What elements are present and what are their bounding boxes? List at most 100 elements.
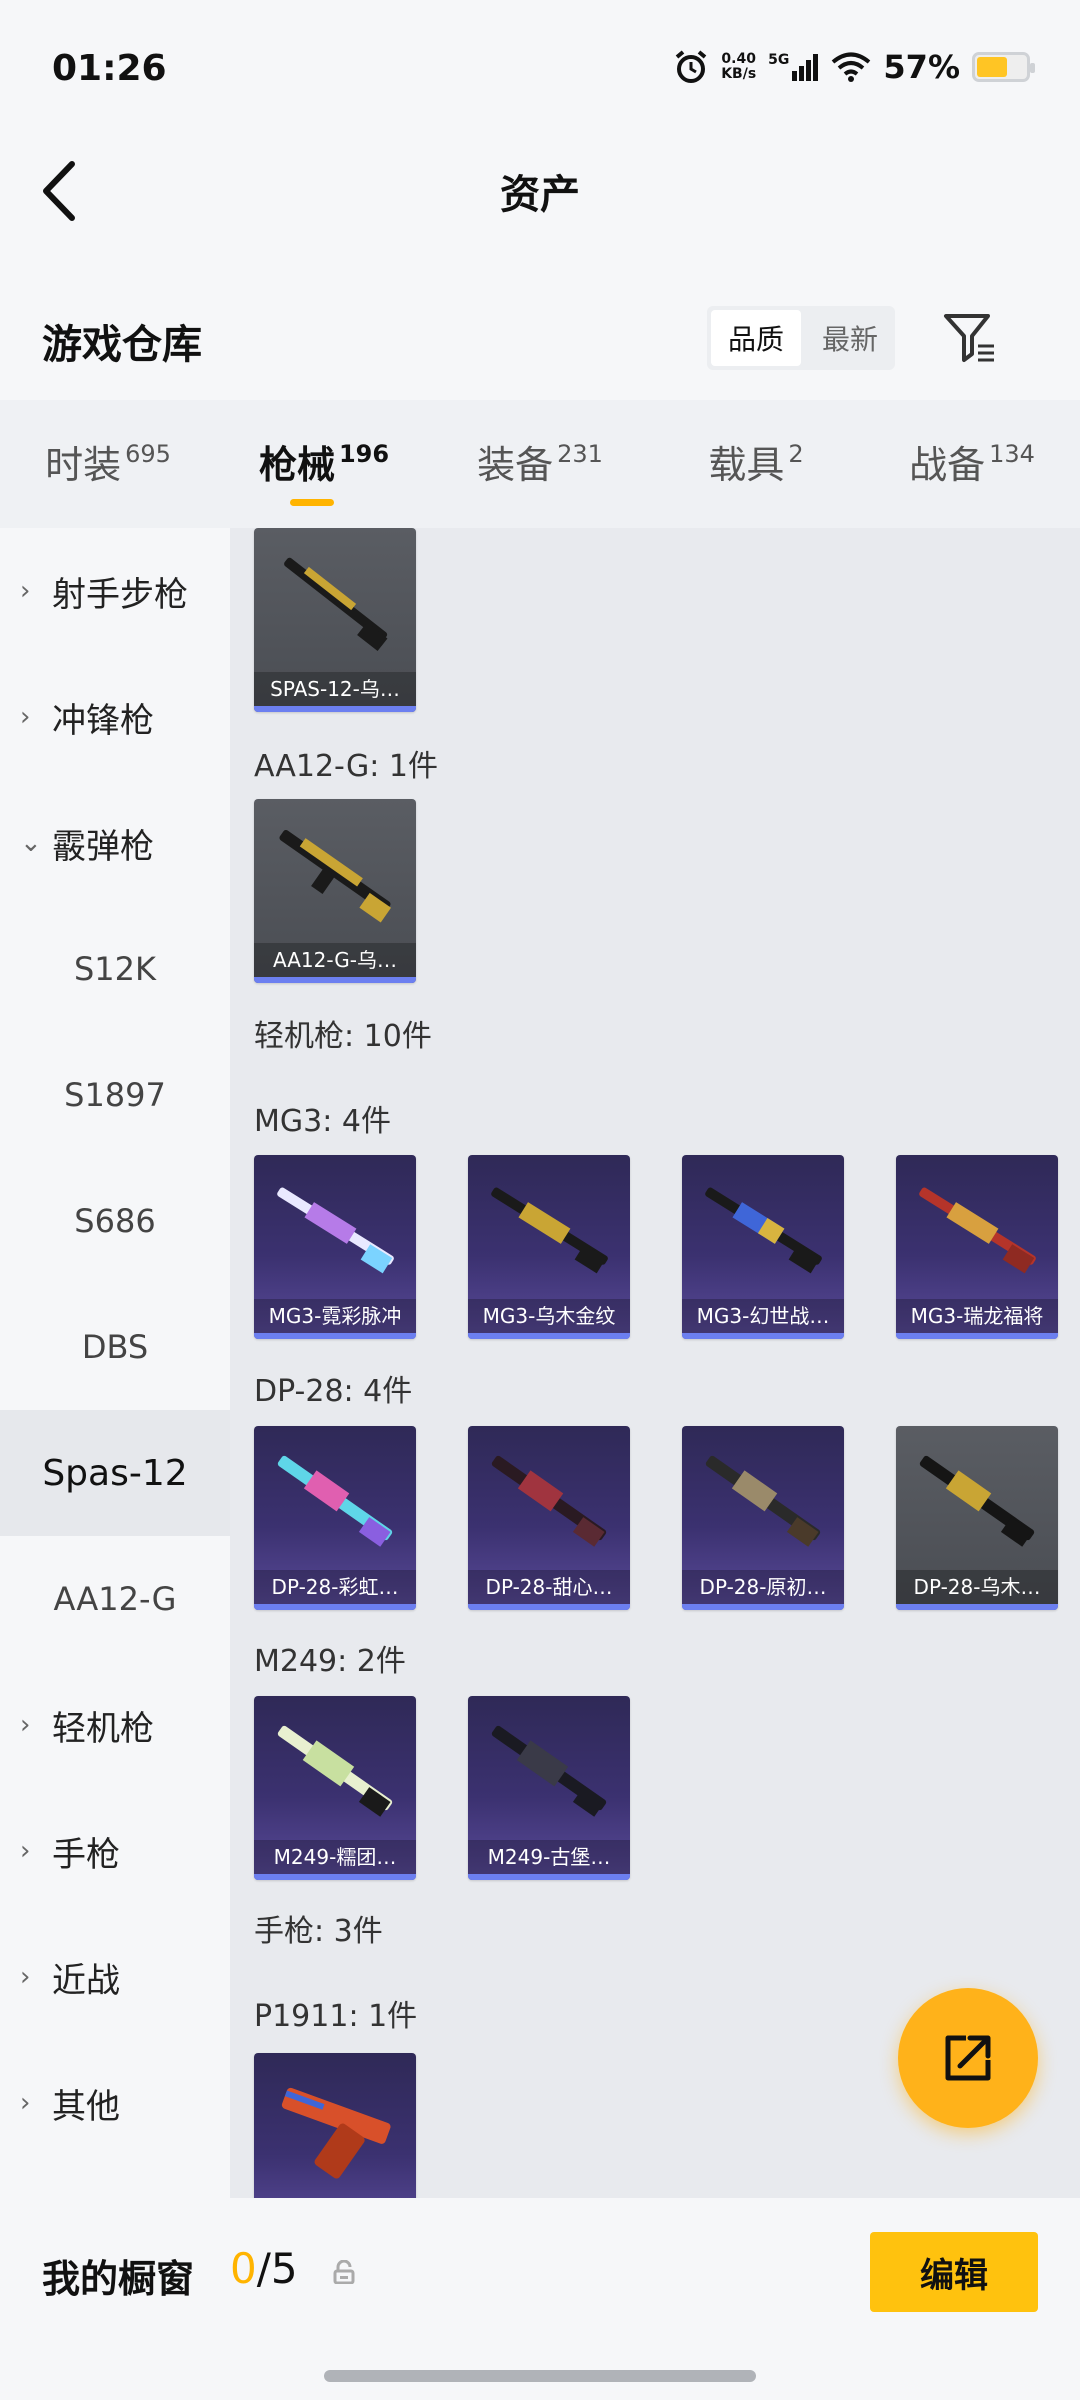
tab-count: 134 (989, 440, 1035, 468)
sidebar-item-label: 霰弹枪 (52, 826, 154, 867)
sidebar-subitem-s12k[interactable]: S12K (0, 906, 230, 1032)
sidebar-item-melee[interactable]: › 近战 (0, 1914, 230, 2040)
alarm-icon (675, 50, 707, 83)
edit-button[interactable]: 编辑 (870, 2232, 1038, 2312)
item-caption: DP-28-原初… (682, 1570, 844, 1604)
filter-icon[interactable] (942, 310, 998, 366)
item-caption: SPAS-12-乌… (254, 672, 416, 706)
tab-firearms[interactable]: 枪械 196 (216, 400, 432, 528)
item-card[interactable]: MG3-幻世战… (682, 1155, 844, 1339)
lock-icon (333, 2260, 355, 2284)
item-caption: M249-古堡… (468, 1840, 630, 1874)
item-card[interactable]: DP-28-原初… (682, 1426, 844, 1610)
share-icon (945, 2035, 991, 2081)
rarity-bar (896, 1604, 1058, 1610)
showcase-bar: 我的橱窗 0/5 编辑 (0, 2198, 1080, 2400)
tab-fashion[interactable]: 时装 695 (0, 400, 216, 528)
rarity-bar (254, 706, 416, 712)
group-title: MG3: 4件 (254, 1104, 391, 1139)
net-speed-unit: KB/s (721, 66, 757, 82)
status-bar: 01:26 0.40 KB/s 5G 57% (0, 0, 1080, 140)
signal-icon: 5G (768, 53, 819, 81)
sidebar-subitem-s1897[interactable]: S1897 (0, 1032, 230, 1158)
shotgun-icon (284, 557, 388, 652)
showcase-count-separator: / (256, 2244, 271, 2293)
sidebar-item-lmg[interactable]: › 轻机枪 (0, 1662, 230, 1788)
sidebar-item-shotgun[interactable]: ⌄ 霰弹枪 (0, 780, 230, 906)
tab-supplies[interactable]: 战备 134 (864, 400, 1080, 528)
item-card[interactable] (254, 2053, 416, 2198)
rarity-bar (468, 1333, 630, 1339)
machine-gun-icon (919, 1455, 1035, 1547)
sidebar-item-label: 射手步枪 (52, 574, 188, 615)
group-title: DP-28: 4件 (254, 1374, 413, 1409)
rarity-bar (896, 1333, 1058, 1339)
sidebar-item-pistol[interactable]: › 手枪 (0, 1788, 230, 1914)
sidebar-item-label: 其他 (52, 2086, 120, 2127)
sidebar-item-label: 冲锋枪 (52, 700, 154, 741)
tab-count: 695 (125, 440, 171, 468)
item-card[interactable]: DP-28-乌木… (896, 1426, 1058, 1610)
item-caption: DP-28-乌木… (896, 1570, 1058, 1604)
machine-gun-icon (491, 1455, 607, 1547)
rarity-bar (254, 1874, 416, 1880)
machine-gun-icon (919, 1187, 1036, 1274)
item-card[interactable]: MG3-乌木金纹 (468, 1155, 630, 1339)
tab-count: 196 (338, 440, 390, 468)
battery-icon (972, 52, 1035, 82)
tab-count: 2 (788, 440, 804, 468)
sort-quality-button[interactable]: 品质 (711, 310, 801, 366)
battery-percent: 57% (883, 48, 960, 86)
item-card[interactable]: M249-糯团… (254, 1696, 416, 1880)
sidebar-item-label: 近战 (52, 1960, 120, 2001)
sidebar-item-smg[interactable]: › 冲锋枪 (0, 654, 230, 780)
showcase-label: 我的橱窗 (42, 2257, 195, 2301)
item-caption: AA12-G-乌… (254, 943, 416, 977)
machine-gun-icon (277, 1455, 393, 1547)
chevron-right-icon: › (20, 1836, 31, 1866)
sort-toggle: 品质 最新 (707, 306, 895, 370)
item-card[interactable]: SPAS-12-乌… (254, 528, 416, 712)
sidebar-item-marksman-rifle[interactable]: › 射手步枪 (0, 528, 230, 654)
signal-bars (792, 54, 819, 81)
item-card[interactable]: M249-古堡… (468, 1696, 630, 1880)
sidebar-subitem-dbs[interactable]: DBS (0, 1284, 230, 1410)
status-icons: 0.40 KB/s 5G 57% (673, 48, 1035, 86)
item-card[interactable]: MG3-霓彩脉冲 (254, 1155, 416, 1339)
item-card[interactable]: MG3-瑞龙福将 (896, 1155, 1058, 1339)
battery-fill (977, 57, 1007, 77)
tab-vehicles[interactable]: 载具 2 (648, 400, 864, 528)
sidebar-subitem-spas12[interactable]: Spas-12 (0, 1410, 230, 1536)
share-button[interactable] (898, 1988, 1038, 2128)
sidebar-item-label: 轻机枪 (52, 1708, 154, 1749)
group-title: P1911: 1件 (254, 1999, 418, 2034)
item-caption: MG3-霓彩脉冲 (254, 1299, 416, 1333)
machine-gun-icon (277, 1187, 394, 1274)
group-title: 手枪: 3件 (254, 1914, 383, 1949)
sidebar-item-label: 手枪 (52, 1834, 120, 1875)
group-title: M249: 2件 (254, 1644, 406, 1679)
status-time: 01:26 (52, 48, 167, 89)
showcase-count-total: 5 (270, 2244, 298, 2293)
category-tabs: 时装 695 枪械 196 装备 231 载具 2 战备 134 (0, 400, 1080, 528)
sidebar-subitem-aa12g[interactable]: AA12-G (0, 1536, 230, 1662)
machine-gun-icon (705, 1187, 822, 1274)
rarity-bar (254, 977, 416, 983)
chevron-right-icon: › (20, 2088, 31, 2118)
sidebar-subitem-s686[interactable]: S686 (0, 1158, 230, 1284)
net-speed-value: 0.40 (721, 51, 756, 67)
page-title: 资产 (500, 172, 580, 218)
item-caption: M249-糯团… (254, 1840, 416, 1874)
item-card[interactable]: DP-28-彩虹… (254, 1426, 416, 1610)
rarity-bar (254, 1333, 416, 1339)
nav-bar: 资产 (0, 140, 1080, 270)
tab-count: 231 (557, 440, 603, 468)
group-title: AA12-G: 1件 (254, 749, 438, 784)
item-card[interactable]: AA12-G-乌… (254, 799, 416, 983)
sort-latest-button[interactable]: 最新 (805, 306, 895, 370)
tab-label: 时装 (45, 443, 122, 487)
tab-equipment[interactable]: 装备 231 (432, 400, 648, 528)
item-card[interactable]: DP-28-甜心… (468, 1426, 630, 1610)
pistol-icon (281, 2087, 391, 2179)
sidebar-item-other[interactable]: › 其他 (0, 2040, 230, 2166)
